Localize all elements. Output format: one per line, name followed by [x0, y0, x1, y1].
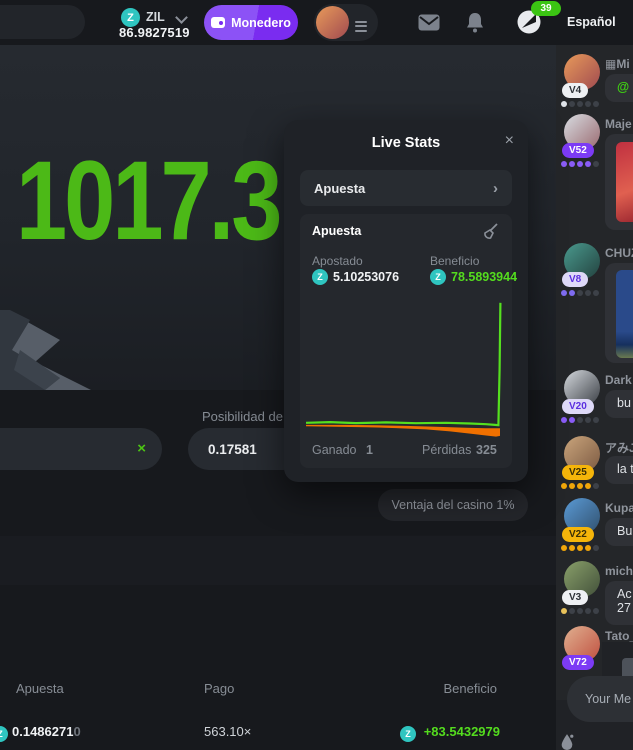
multiplier-sign: ×: [137, 440, 146, 457]
bell-icon[interactable]: [466, 12, 484, 33]
app-root: Z ZIL 86.9827519 Monedero 39 Español 101: [0, 0, 633, 750]
zil-currency-icon: Z: [430, 269, 446, 285]
chat-username[interactable]: Tato_: [605, 629, 633, 643]
level-badge: V25: [562, 465, 594, 480]
chat-username[interactable]: mich: [605, 564, 633, 578]
rain-drop-icon[interactable]: [560, 733, 574, 750]
close-icon[interactable]: ×: [505, 132, 514, 150]
profile-menu[interactable]: [314, 4, 378, 41]
notification-badge: 39: [531, 1, 561, 16]
wins-label: Ganado: [312, 443, 356, 457]
losses-label: Pérdidas: [422, 443, 471, 457]
zil-currency-icon: Z: [312, 269, 328, 285]
search-input[interactable]: [0, 5, 85, 39]
losses-value: 325: [476, 443, 497, 457]
stats-section-title: Apuesta: [312, 224, 361, 238]
level-dots: [561, 417, 599, 423]
chat-username[interactable]: ▦Mi: [605, 57, 633, 71]
wagered-label: Apostado: [312, 254, 363, 268]
level-dots: [561, 101, 599, 107]
reset-broom-icon[interactable]: [482, 222, 500, 240]
wallet-button-label: Monedero: [231, 16, 291, 30]
chat-bubble: bu: [605, 390, 633, 418]
wallet-icon: [211, 17, 225, 28]
live-stats-title: Live Stats: [284, 135, 528, 151]
level-badge: V8: [562, 272, 588, 287]
currency-code[interactable]: ZIL: [146, 10, 165, 24]
table-header-bet: Apuesta: [16, 681, 64, 696]
target-multiplier-input[interactable]: ×: [0, 428, 162, 470]
chat-username[interactable]: CHUZ: [605, 246, 633, 260]
wins-value: 1: [366, 443, 373, 457]
game-toolbar: ?: [0, 536, 556, 585]
chevron-right-icon: ›: [493, 180, 498, 197]
chevron-down-icon[interactable]: [175, 11, 188, 24]
chat-username[interactable]: アみJ: [605, 439, 633, 456]
table-header-profit: Beneficio: [400, 681, 497, 696]
chat-username[interactable]: Maje: [605, 117, 633, 131]
house-edge-pill: Ventaja del casino 1%: [378, 489, 528, 521]
language-selector[interactable]: Español: [567, 15, 616, 29]
stats-card: Apuesta Apostado Beneficio Z 5.10253076 …: [300, 214, 512, 468]
wallet-button[interactable]: Monedero: [204, 5, 298, 40]
profit-amount: +83.5432979: [420, 724, 500, 739]
chat-message-input[interactable]: [567, 676, 633, 722]
chat-username[interactable]: Dark: [605, 373, 633, 387]
top-bar: Z ZIL 86.9827519 Monedero 39 Español: [0, 0, 633, 45]
chat-bubble: @: [605, 74, 633, 102]
profit-value: Z 78.5893944: [430, 269, 517, 285]
chat-image-attachment[interactable]: [616, 270, 633, 358]
level-badge: V72: [562, 655, 594, 670]
bet-amount: 0.14862710: [12, 724, 81, 739]
level-badge: V3: [562, 590, 588, 605]
user-avatar[interactable]: [316, 6, 349, 39]
level-dots: [561, 161, 599, 167]
chat-image-attachment[interactable]: [616, 142, 633, 222]
level-dots: [561, 290, 599, 296]
stats-mode-label: Apuesta: [314, 181, 365, 196]
stats-mode-selector[interactable]: Apuesta ›: [300, 170, 512, 206]
game-multiplier-result: 1017.3: [16, 145, 279, 257]
stats-chart: [306, 300, 506, 443]
zil-currency-icon: Z: [0, 726, 8, 742]
chat-bubble: Ac 27: [605, 581, 633, 625]
table-header-payout: Pago: [204, 681, 234, 696]
level-dots: [561, 483, 599, 489]
level-badge: V20: [562, 399, 594, 414]
win-chance-label: Posibilidad de: [202, 409, 283, 424]
chat-bubble: la t: [605, 456, 633, 484]
level-badge: V4: [562, 83, 588, 98]
chat-username[interactable]: Kupa: [605, 501, 633, 515]
payout-multiplier: 563.10×: [204, 724, 251, 739]
level-dots: [561, 545, 599, 551]
wallet-balance[interactable]: 86.9827519: [119, 25, 190, 40]
live-stats-panel: Live Stats × Apuesta › Apuesta Apostado …: [284, 120, 528, 482]
mail-icon[interactable]: [418, 14, 440, 31]
level-dots: [561, 608, 599, 614]
level-badge: V52: [562, 143, 594, 158]
zil-currency-icon: Z: [400, 726, 416, 742]
menu-icon: [355, 18, 367, 34]
chat-bubble: Bu: [605, 518, 633, 546]
wagered-value: Z 5.10253076: [312, 269, 399, 285]
profit-label: Beneficio: [430, 254, 479, 268]
level-badge: V22: [562, 527, 594, 542]
